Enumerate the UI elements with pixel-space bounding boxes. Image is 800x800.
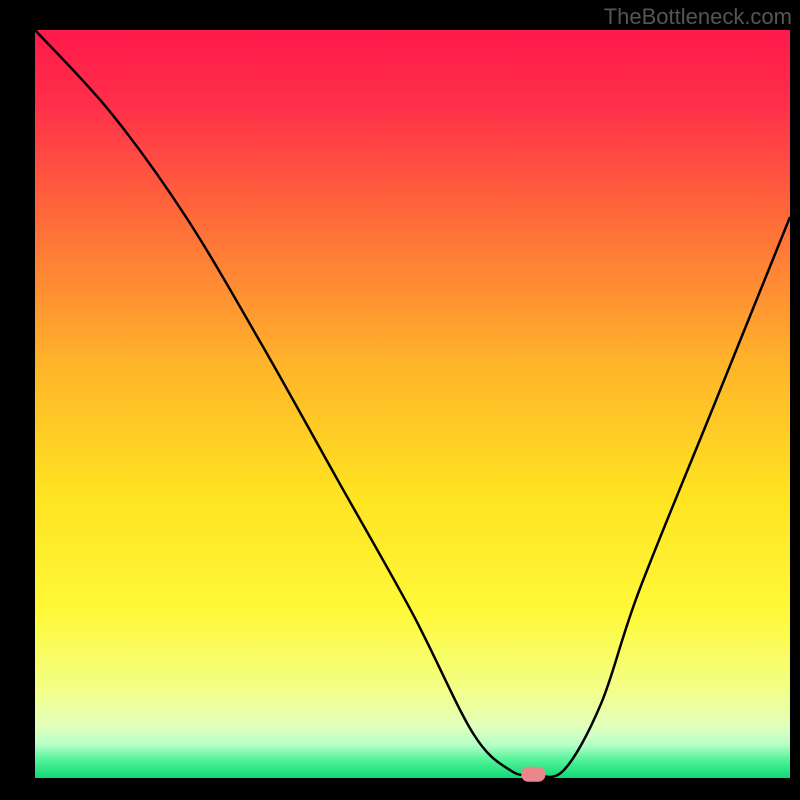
chart-container: TheBottleneck.com bbox=[0, 0, 800, 800]
watermark-text: TheBottleneck.com bbox=[604, 4, 792, 30]
chart-plot-area bbox=[35, 30, 790, 778]
bottleneck-chart bbox=[0, 0, 800, 800]
minimum-marker bbox=[521, 767, 545, 782]
